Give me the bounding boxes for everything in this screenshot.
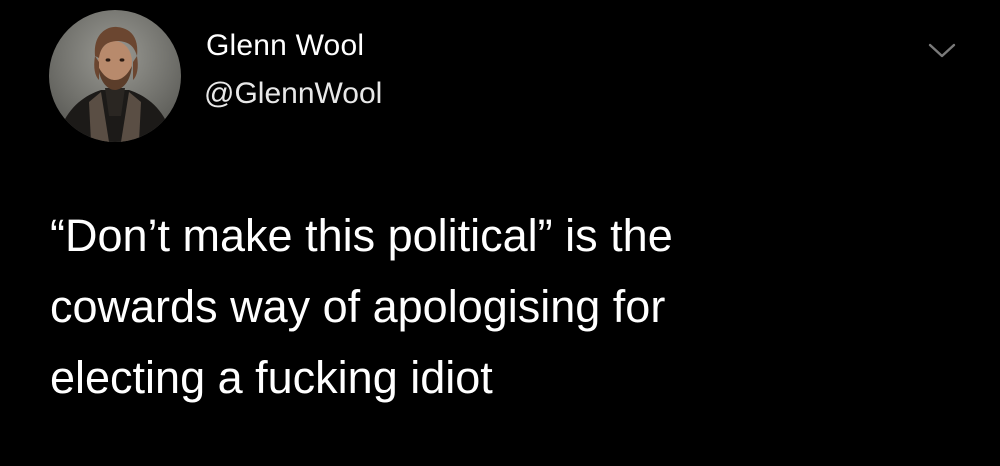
tweet-text: “Don’t make this political” is the cowar… <box>50 200 950 413</box>
author-avatar[interactable] <box>49 10 181 142</box>
tweet-text-line: “Don’t make this political” is the <box>50 210 673 261</box>
tweet-card: Glenn Wool @GlennWool “Don’t make this p… <box>0 0 1000 466</box>
chevron-down-icon-graphic <box>928 43 956 58</box>
tweet-text-line: electing a fucking idiot <box>50 352 493 403</box>
author-display-name[interactable]: Glenn Wool <box>206 29 364 63</box>
chevron-down-icon[interactable] <box>924 38 960 62</box>
avatar-photo-icon <box>57 26 173 142</box>
author-handle[interactable]: @GlennWool <box>204 77 382 111</box>
tweet-text-line: cowards way of apologising for <box>50 281 666 332</box>
